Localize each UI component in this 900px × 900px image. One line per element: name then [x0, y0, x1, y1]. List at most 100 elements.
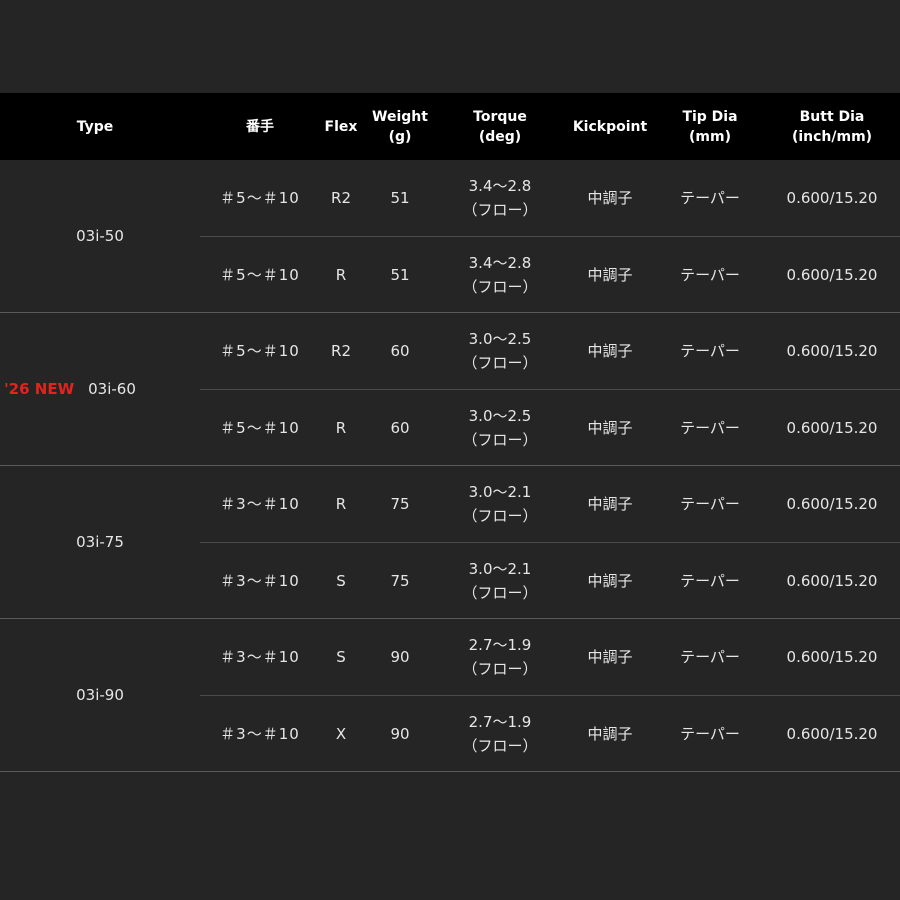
tip-dia-cell: テーパー: [660, 696, 760, 772]
torque-cell-text: 3.0～2.5: [468, 330, 532, 348]
model-type-cell: '26 NEW 03i-60: [0, 313, 200, 465]
kickpoint-cell-text: 中調子: [587, 189, 633, 207]
torque-cell-text: （フロー）: [462, 278, 538, 296]
weight-cell-text: 51: [390, 189, 410, 207]
model-type-name: 03i-75: [76, 533, 124, 551]
tip-dia-cell: テーパー: [660, 237, 760, 313]
weight-cell: 51: [370, 237, 430, 313]
flex-cell-text: R2: [331, 189, 351, 207]
torque-cell-text: 3.4～2.8: [468, 177, 532, 195]
butt-dia-cell-text: 0.600/15.20: [786, 495, 878, 513]
butt-dia-cell: 0.600/15.20: [770, 466, 894, 542]
torque-cell: 3.4～2.8 （フロー）: [450, 160, 550, 236]
tip-dia-cell: テーパー: [660, 543, 760, 619]
number-cell: ＃5～＃10: [200, 237, 320, 313]
number-cell-text: ＃5～＃10: [220, 419, 300, 437]
header-kickpoint-label: Kickpoint: [572, 118, 648, 135]
weight-cell-text: 60: [390, 342, 410, 360]
header-butt-dia: Butt Dia (inch/mm): [770, 93, 894, 160]
kickpoint-cell: 中調子: [570, 696, 650, 772]
torque-cell-text: 3.4～2.8: [468, 254, 532, 272]
flex-cell: R: [312, 237, 370, 313]
header-weight-label: Weight: [372, 108, 428, 125]
kickpoint-cell-text: 中調子: [587, 495, 633, 513]
model-type-name: 03i-90: [76, 686, 124, 704]
weight-cell: 90: [370, 696, 430, 772]
flex-cell-text: R: [335, 495, 347, 513]
header-weight: Weight (g): [370, 93, 430, 160]
torque-cell-text: 2.7～1.9: [468, 636, 532, 654]
flex-cell: R: [312, 390, 370, 466]
flex-cell: S: [312, 619, 370, 695]
model-group: 03i-50 ＃5～＃10 R2 51 3.4～2.8 （フロー） 中調子 テーパー 0.600…: [0, 160, 900, 313]
table-row: ＃3～＃10 S 90 2.7～1.9 （フロー） 中調子 テーパー 0.600/15.20: [200, 619, 900, 696]
kickpoint-cell-text: 中調子: [587, 419, 633, 437]
number-cell: ＃3～＃10: [200, 619, 320, 695]
model-type-cell: 03i-75: [0, 466, 200, 618]
butt-dia-cell: 0.600/15.20: [770, 696, 894, 772]
torque-cell-text: 3.0～2.5: [468, 407, 532, 425]
butt-dia-cell-text: 0.600/15.20: [786, 725, 878, 743]
kickpoint-cell: 中調子: [570, 390, 650, 466]
model-type-cell: 03i-90: [0, 619, 200, 771]
butt-dia-cell-text: 0.600/15.20: [786, 419, 878, 437]
number-cell: ＃3～＃10: [200, 466, 320, 542]
tip-dia-cell: テーパー: [660, 390, 760, 466]
flex-cell-text: X: [335, 725, 347, 743]
header-torque: Torque (deg): [450, 93, 550, 160]
flex-cell-text: R: [335, 419, 347, 437]
model-group: 03i-75 ＃3～＃10 R 75 3.0～2.1 （フロー） 中調子 テーパー 0.600/…: [0, 466, 900, 619]
header-torque-unit: (deg): [478, 128, 522, 145]
weight-cell: 90: [370, 619, 430, 695]
torque-cell-text: （フロー）: [462, 354, 538, 372]
torque-cell-text: 3.0～2.1: [468, 483, 532, 501]
header-butt-dia-label: Butt Dia: [799, 108, 865, 125]
table-header-row: Type 番手 Flex Weight (g) Torque (deg) Kic…: [0, 93, 900, 160]
table-row: ＃5～＃10 R 51 3.4～2.8 （フロー） 中調子 テーパー 0.600/15.20: [200, 237, 900, 313]
tip-dia-cell-text: テーパー: [680, 419, 740, 437]
butt-dia-cell-text: 0.600/15.20: [786, 266, 878, 284]
kickpoint-cell: 中調子: [570, 543, 650, 619]
header-type: Type: [40, 93, 150, 160]
table-row: ＃3～＃10 R 75 3.0～2.1 （フロー） 中調子 テーパー 0.600/15.20: [200, 466, 900, 543]
torque-cell-text: （フロー）: [462, 201, 538, 219]
flex-cell-text: S: [336, 572, 346, 590]
torque-cell: 2.7～1.9 （フロー）: [450, 619, 550, 695]
weight-cell-text: 90: [390, 725, 410, 743]
number-cell: ＃3～＃10: [200, 696, 320, 772]
header-tip-dia-unit: (mm): [689, 128, 731, 145]
header-butt-dia-unit: (inch/mm): [791, 128, 873, 145]
header-torque-label: Torque: [473, 108, 527, 125]
kickpoint-cell: 中調子: [570, 313, 650, 389]
butt-dia-cell: 0.600/15.20: [770, 237, 894, 313]
flex-cell-text: S: [336, 648, 346, 666]
weight-cell-text: 75: [390, 495, 410, 513]
tip-dia-cell: テーパー: [660, 313, 760, 389]
table-row: ＃3～＃10 S 75 3.0～2.1 （フロー） 中調子 テーパー 0.600/15.20: [200, 543, 900, 619]
table-row: ＃5～＃10 R2 60 3.0～2.5 （フロー） 中調子 テーパー 0.600/15.20: [200, 313, 900, 390]
model-group: 03i-90 ＃3～＃10 S 90 2.7～1.9 （フロー） 中調子 テーパー 0.600/…: [0, 619, 900, 772]
flex-cell: R: [312, 466, 370, 542]
tip-dia-cell: テーパー: [660, 160, 760, 236]
header-number-label: 番手: [246, 118, 274, 135]
kickpoint-cell-text: 中調子: [587, 572, 633, 590]
model-group: '26 NEW 03i-60 ＃5～＃10 R2 60 3.0～2.5 （フロー） 中調子 テー…: [0, 313, 900, 466]
butt-dia-cell-text: 0.600/15.20: [786, 189, 878, 207]
torque-cell-text: （フロー）: [462, 737, 538, 755]
kickpoint-cell-text: 中調子: [587, 266, 633, 284]
torque-cell-text: （フロー）: [462, 584, 538, 602]
flex-cell: R2: [312, 160, 370, 236]
torque-cell: 3.0～2.1 （フロー）: [450, 543, 550, 619]
tip-dia-cell-text: テーパー: [680, 648, 740, 666]
header-type-label: Type: [76, 118, 114, 135]
tip-dia-cell-text: テーパー: [680, 725, 740, 743]
model-type-name: 03i-50: [76, 227, 124, 245]
kickpoint-cell-text: 中調子: [587, 725, 633, 743]
number-cell-text: ＃5～＃10: [220, 189, 300, 207]
header-tip-dia-label: Tip Dia: [682, 108, 738, 125]
kickpoint-cell-text: 中調子: [587, 648, 633, 666]
tip-dia-cell: テーパー: [660, 619, 760, 695]
shaft-spec-table: Type 番手 Flex Weight (g) Torque (deg) Kic…: [0, 93, 900, 772]
kickpoint-cell-text: 中調子: [587, 342, 633, 360]
weight-cell-text: 90: [390, 648, 410, 666]
